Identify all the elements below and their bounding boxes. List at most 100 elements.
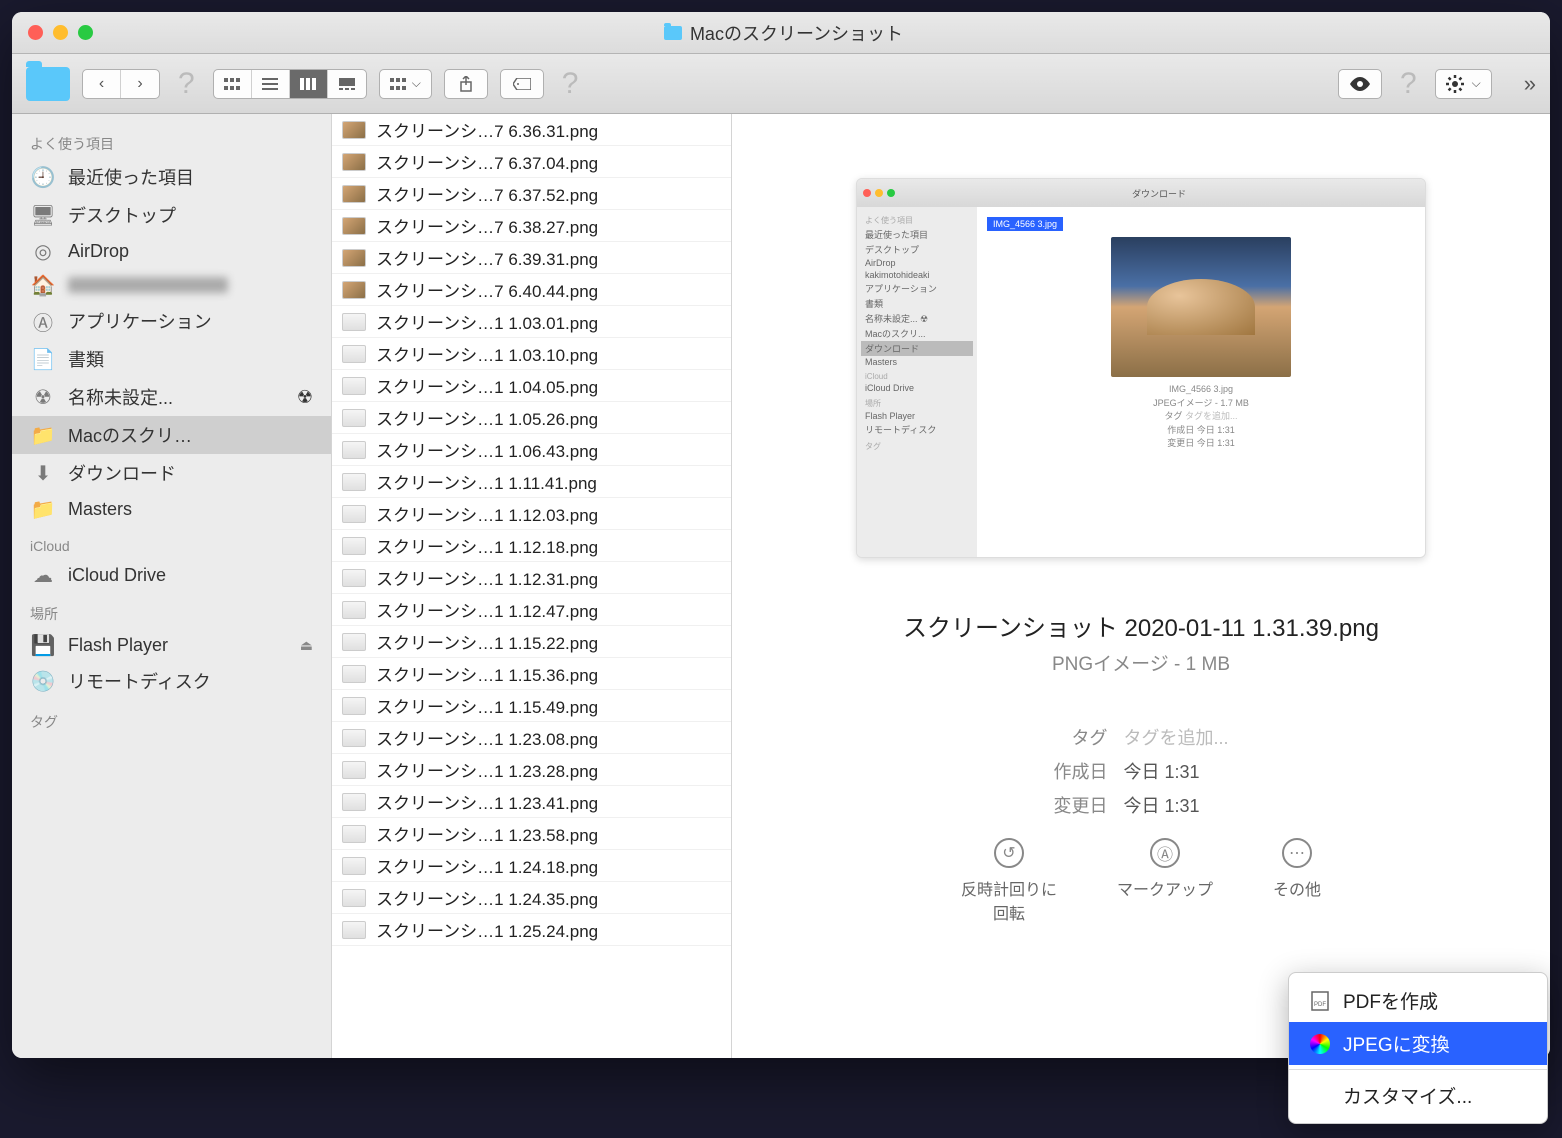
file-row[interactable]: スクリーンシ…1 1.23.41.png: [332, 786, 731, 818]
file-thumbnail: [342, 441, 366, 459]
file-name: スクリーンシ…1 1.04.05.png: [376, 373, 598, 398]
file-row[interactable]: スクリーンシ…7 6.40.44.png: [332, 274, 731, 306]
file-row[interactable]: スクリーンシ…7 6.37.04.png: [332, 146, 731, 178]
folder-large-icon: [26, 67, 70, 101]
forward-button[interactable]: ›: [121, 70, 159, 98]
file-row[interactable]: スクリーンシ…7 6.39.31.png: [332, 242, 731, 274]
file-thumbnail: [342, 729, 366, 747]
tag-placeholder[interactable]: タグを追加...: [1123, 724, 1228, 750]
sidebar-item[interactable]: 📁Masters: [12, 492, 331, 526]
file-name: スクリーンシ…1 1.11.41.png: [376, 469, 597, 494]
more-action[interactable]: ⋯ その他: [1273, 838, 1321, 924]
file-row[interactable]: スクリーンシ…1 1.23.58.png: [332, 818, 731, 850]
download-icon: ⬇: [30, 462, 56, 484]
rotate-action[interactable]: ↺ 反時計回りに 回転: [961, 838, 1057, 924]
file-row[interactable]: スクリーンシ…1 1.15.49.png: [332, 690, 731, 722]
sidebar-header: タグ: [12, 700, 331, 736]
folder-icon: 📁: [30, 424, 56, 446]
sidebar-item[interactable]: 📄書類: [12, 340, 331, 378]
file-row[interactable]: スクリーンシ…1 1.24.18.png: [332, 850, 731, 882]
sidebar-item[interactable]: 🏠: [12, 268, 331, 302]
file-row[interactable]: スクリーンシ…1 1.03.01.png: [332, 306, 731, 338]
sidebar-label: AirDrop: [68, 241, 129, 262]
customize-item[interactable]: カスタマイズ...: [1289, 1074, 1547, 1117]
file-thumbnail: [342, 345, 366, 363]
modified-value: 今日 1:31: [1123, 792, 1228, 818]
file-row[interactable]: スクリーンシ…1 1.03.10.png: [332, 338, 731, 370]
burn-icon: ☢: [297, 387, 313, 408]
overflow-button[interactable]: »: [1524, 71, 1536, 97]
sidebar-item[interactable]: 💾Flash Player⏏: [12, 628, 331, 662]
sidebar-item[interactable]: ☁iCloud Drive: [12, 558, 331, 592]
file-name: スクリーンシ…7 6.38.27.png: [376, 213, 598, 238]
preview-filetype: PNGイメージ - 1 MB: [1052, 649, 1230, 676]
tags-button[interactable]: [500, 69, 544, 99]
file-name: スクリーンシ…1 1.15.36.png: [376, 661, 598, 686]
file-thumbnail: [342, 825, 366, 843]
inner-selected-file: IMG_4566 3.jpg: [987, 217, 1063, 231]
sidebar-item[interactable]: 💿リモートディスク: [12, 662, 331, 700]
file-row[interactable]: スクリーンシ…1 1.05.26.png: [332, 402, 731, 434]
file-row[interactable]: スクリーンシ…1 1.04.05.png: [332, 370, 731, 402]
zoom-button[interactable]: [78, 25, 93, 40]
sidebar-label: デスクトップ: [68, 202, 176, 228]
sidebar-item[interactable]: ⬇ダウンロード: [12, 454, 331, 492]
file-row[interactable]: スクリーンシ…1 1.06.43.png: [332, 434, 731, 466]
inner-sidebar: よく使う項目最近使った項目デスクトップAirDropkakimotohideak…: [857, 207, 977, 557]
file-row[interactable]: スクリーンシ…1 1.23.28.png: [332, 754, 731, 786]
list-view-button[interactable]: [252, 70, 290, 98]
file-thumbnail: [342, 185, 366, 203]
sidebar-item[interactable]: 🖥デスクトップ: [12, 196, 331, 234]
share-button[interactable]: [444, 69, 488, 99]
convert-jpeg-item[interactable]: JPEGに変換: [1289, 1022, 1547, 1065]
sidebar-item[interactable]: 📁Macのスクリ…: [12, 416, 331, 454]
icon-view-button[interactable]: [214, 70, 252, 98]
file-name: スクリーンシ…1 1.12.31.png: [376, 565, 598, 590]
traffic-lights: [28, 25, 93, 40]
file-thumbnail: [342, 473, 366, 491]
column-view-button[interactable]: [290, 70, 328, 98]
file-thumbnail: [342, 377, 366, 395]
file-row[interactable]: スクリーンシ…1 1.12.47.png: [332, 594, 731, 626]
file-row[interactable]: スクリーンシ…1 1.12.03.png: [332, 498, 731, 530]
help-icon: ?: [172, 67, 201, 101]
inner-meta: IMG_4566 3.jpg JPEGイメージ - 1.7 MB タグ タグを追…: [1153, 383, 1249, 451]
file-name: スクリーンシ…1 1.12.47.png: [376, 597, 598, 622]
file-row[interactable]: スクリーンシ…1 1.15.22.png: [332, 626, 731, 658]
file-row[interactable]: スクリーンシ…1 1.24.35.png: [332, 882, 731, 914]
modified-label: 変更日: [1053, 792, 1107, 818]
file-row[interactable]: スクリーンシ…1 1.25.24.png: [332, 914, 731, 946]
file-row[interactable]: スクリーンシ…1 1.23.08.png: [332, 722, 731, 754]
close-button[interactable]: [28, 25, 43, 40]
create-pdf-item[interactable]: PDF PDFを作成: [1289, 979, 1547, 1022]
file-name: スクリーンシ…7 6.40.44.png: [376, 277, 598, 302]
file-list[interactable]: スクリーンシ…7 6.36.31.pngスクリーンシ…7 6.37.04.png…: [332, 114, 732, 1058]
file-row[interactable]: スクリーンシ…7 6.38.27.png: [332, 210, 731, 242]
file-thumbnail: [342, 505, 366, 523]
file-row[interactable]: スクリーンシ…7 6.36.31.png: [332, 114, 731, 146]
help-icon: ?: [556, 67, 585, 101]
sidebar-item[interactable]: ◎AirDrop: [12, 234, 331, 268]
minimize-button[interactable]: [53, 25, 68, 40]
gallery-view-button[interactable]: [328, 70, 366, 98]
action-button[interactable]: ⌵: [1435, 69, 1492, 99]
file-row[interactable]: スクリーンシ…1 1.12.18.png: [332, 530, 731, 562]
eject-icon[interactable]: ⏏: [300, 637, 313, 654]
group-by-button[interactable]: ⌵: [379, 69, 432, 99]
finder-window: Macのスクリーンショット ‹ › ? ⌵: [12, 12, 1550, 1058]
quick-look-button[interactable]: [1338, 69, 1382, 99]
file-row[interactable]: スクリーンシ…1 1.12.31.png: [332, 562, 731, 594]
cloud-icon: ☁: [30, 564, 56, 586]
sidebar-item[interactable]: ☢名称未設定...☢: [12, 378, 331, 416]
sidebar-item[interactable]: Ⓐアプリケーション: [12, 302, 331, 340]
file-row[interactable]: スクリーンシ…1 1.15.36.png: [332, 658, 731, 690]
file-name: スクリーンシ…1 1.15.22.png: [376, 629, 598, 654]
file-name: スクリーンシ…1 1.23.08.png: [376, 725, 598, 750]
file-row[interactable]: スクリーンシ…7 6.37.52.png: [332, 178, 731, 210]
file-row[interactable]: スクリーンシ…1 1.11.41.png: [332, 466, 731, 498]
back-button[interactable]: ‹: [83, 70, 121, 98]
file-name: スクリーンシ…1 1.03.10.png: [376, 341, 598, 366]
file-thumbnail: [342, 569, 366, 587]
sidebar-item[interactable]: 🕘最近使った項目: [12, 158, 331, 196]
markup-action[interactable]: Ⓐ マークアップ: [1117, 838, 1213, 924]
